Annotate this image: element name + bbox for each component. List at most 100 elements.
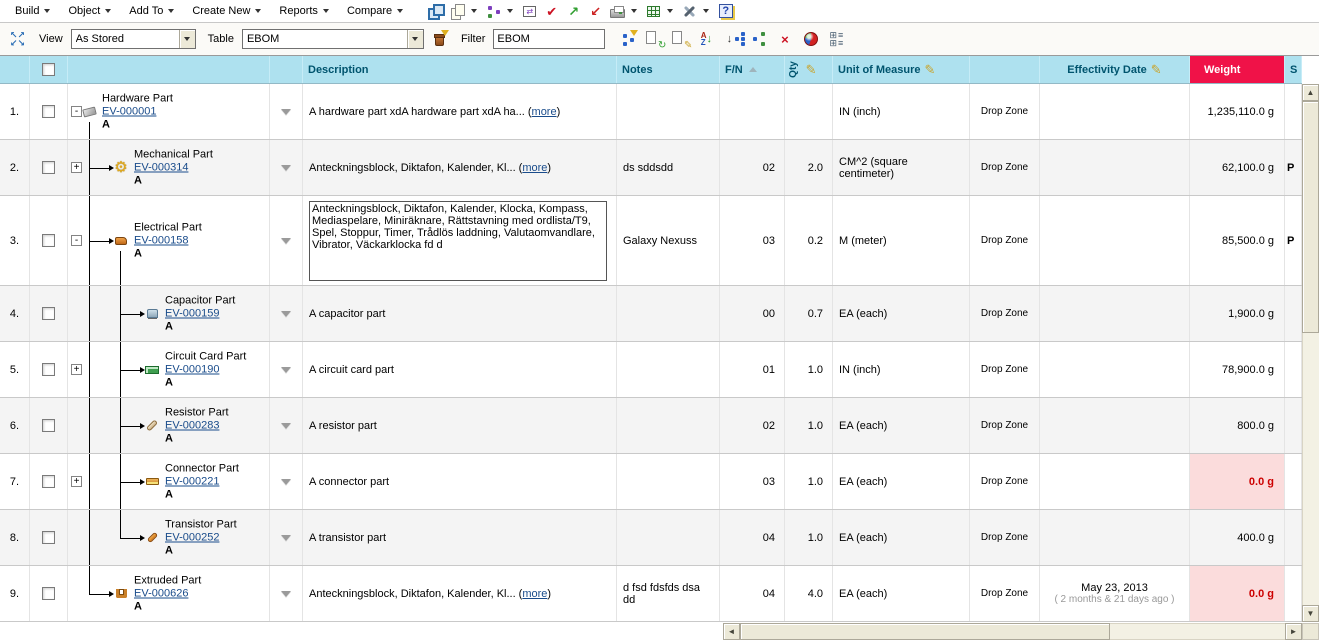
part-id-link[interactable]: EV-000314 [134, 161, 188, 173]
collapse-button[interactable]: - [71, 235, 82, 246]
edit-pencil-icon[interactable]: ✎ [925, 62, 936, 78]
expand-levels-icon[interactable]: ⊞≡⊞≡ [827, 30, 846, 49]
drop-zone[interactable]: Drop Zone [970, 140, 1040, 195]
header-weight[interactable]: Weight [1190, 56, 1285, 83]
row-actions-dropdown-icon[interactable] [281, 311, 291, 317]
structure-compare-icon[interactable] [484, 2, 503, 21]
row-checkbox[interactable] [42, 531, 55, 544]
header-quantity[interactable]: Qty✎ [785, 56, 833, 83]
drop-zone[interactable]: Drop Zone [970, 286, 1040, 341]
validate-check-icon[interactable]: ✔ [542, 2, 561, 21]
row-actions-dropdown-icon[interactable] [281, 591, 291, 597]
menu-reports[interactable]: Reports [270, 0, 338, 22]
more-link[interactable]: more [522, 162, 547, 174]
drop-zone[interactable]: Drop Zone [970, 398, 1040, 453]
open-in-window-icon[interactable]: ⇄ [520, 2, 539, 21]
drop-zone[interactable]: Drop Zone [970, 84, 1040, 139]
mass-edit-icon[interactable]: ✎ [671, 30, 690, 49]
structure-filter-icon[interactable] [619, 30, 638, 49]
row-actions-dropdown-icon[interactable] [281, 238, 291, 244]
header-uom[interactable]: Unit of Measure✎ [833, 56, 970, 83]
part-id-link[interactable]: EV-000221 [165, 475, 219, 487]
part-id-link[interactable]: EV-000252 [165, 531, 219, 543]
horizontal-scrollbar[interactable]: ◄ ► [723, 623, 1302, 640]
drop-zone[interactable]: Drop Zone [970, 566, 1040, 621]
expand-button[interactable]: + [71, 162, 82, 173]
description-editor[interactable] [309, 201, 607, 281]
sort-structure-icon[interactable]: ↓ [723, 30, 742, 49]
customize-tools-icon-dropdown[interactable] [703, 9, 709, 13]
header-state[interactable]: S [1285, 56, 1302, 83]
vertical-scrollbar[interactable]: ▲ ▼ [1302, 84, 1319, 622]
drop-zone[interactable]: Drop Zone [970, 454, 1040, 509]
scroll-down-button[interactable]: ▼ [1302, 605, 1319, 622]
part-id-link[interactable]: EV-000159 [165, 307, 219, 319]
vertical-scroll-thumb[interactable] [1302, 101, 1319, 333]
demote-arrow-icon[interactable]: ↙ [586, 2, 605, 21]
help-icon[interactable]: ? [716, 2, 735, 21]
disconnect-icon[interactable]: × [775, 30, 794, 49]
menu-compare[interactable]: Compare [338, 0, 412, 22]
cascade-windows-icon[interactable] [426, 2, 445, 21]
refresh-icon[interactable]: ↻ [645, 30, 664, 49]
view-select-button[interactable] [179, 30, 195, 48]
delete-filter-icon[interactable] [430, 30, 449, 49]
scroll-up-button[interactable]: ▲ [1302, 84, 1319, 101]
menu-add-to[interactable]: Add To [120, 0, 183, 22]
drop-zone[interactable]: Drop Zone [970, 342, 1040, 397]
select-all-checkbox[interactable] [42, 63, 55, 76]
filter-input[interactable] [493, 29, 605, 49]
sort-az-icon[interactable]: AZ↓ [697, 30, 716, 49]
part-id-link[interactable]: EV-000626 [134, 587, 188, 599]
copy-icon[interactable] [448, 2, 467, 21]
part-id-link[interactable]: EV-000158 [134, 234, 188, 246]
drop-zone[interactable]: Drop Zone [970, 510, 1040, 565]
expand-all-icon[interactable]: ↖↗↙↘ [8, 30, 27, 49]
row-checkbox[interactable] [42, 363, 55, 376]
print-icon[interactable] [608, 2, 627, 21]
row-checkbox[interactable] [42, 234, 55, 247]
expand-button[interactable]: + [71, 364, 82, 375]
horizontal-scroll-thumb[interactable] [740, 623, 1110, 640]
edit-pencil-icon[interactable]: ✎ [806, 62, 817, 78]
header-notes[interactable]: Notes [617, 56, 720, 83]
row-checkbox[interactable] [42, 105, 55, 118]
customize-tools-icon[interactable] [680, 2, 699, 21]
structure-levels-icon[interactable] [749, 30, 768, 49]
part-id-link[interactable]: EV-000190 [165, 363, 219, 375]
scroll-right-button[interactable]: ► [1285, 623, 1302, 640]
row-actions-dropdown-icon[interactable] [281, 535, 291, 541]
copy-icon-dropdown[interactable] [471, 9, 477, 13]
row-actions-dropdown-icon[interactable] [281, 367, 291, 373]
export-table-icon[interactable] [644, 2, 663, 21]
row-checkbox[interactable] [42, 587, 55, 600]
row-checkbox[interactable] [42, 475, 55, 488]
scroll-left-button[interactable]: ◄ [723, 623, 740, 640]
menu-build[interactable]: Build [6, 0, 59, 22]
print-icon-dropdown[interactable] [631, 9, 637, 13]
row-actions-dropdown-icon[interactable] [281, 165, 291, 171]
menu-create-new[interactable]: Create New [183, 0, 270, 22]
row-actions-dropdown-icon[interactable] [281, 479, 291, 485]
header-find-number[interactable]: F/N [720, 56, 785, 83]
row-checkbox[interactable] [42, 307, 55, 320]
header-effectivity[interactable]: Effectivity Date✎ [1040, 56, 1190, 83]
row-actions-dropdown-icon[interactable] [281, 109, 291, 115]
table-select[interactable]: EBOM [242, 29, 424, 49]
more-link[interactable]: more [522, 588, 547, 600]
header-description[interactable]: Description [303, 56, 617, 83]
table-select-button[interactable] [407, 30, 423, 48]
drop-zone[interactable]: Drop Zone [970, 196, 1040, 285]
export-table-icon-dropdown[interactable] [667, 9, 673, 13]
part-id-link[interactable]: EV-000001 [102, 105, 156, 117]
edit-pencil-icon[interactable]: ✎ [1151, 62, 1162, 78]
part-id-link[interactable]: EV-000283 [165, 419, 219, 431]
row-checkbox[interactable] [42, 161, 55, 174]
more-link[interactable]: more [532, 106, 557, 118]
visualize-icon[interactable] [801, 30, 820, 49]
view-select[interactable]: As Stored [71, 29, 196, 49]
structure-compare-icon-dropdown[interactable] [507, 9, 513, 13]
expand-button[interactable]: + [71, 476, 82, 487]
row-actions-dropdown-icon[interactable] [281, 423, 291, 429]
row-checkbox[interactable] [42, 419, 55, 432]
